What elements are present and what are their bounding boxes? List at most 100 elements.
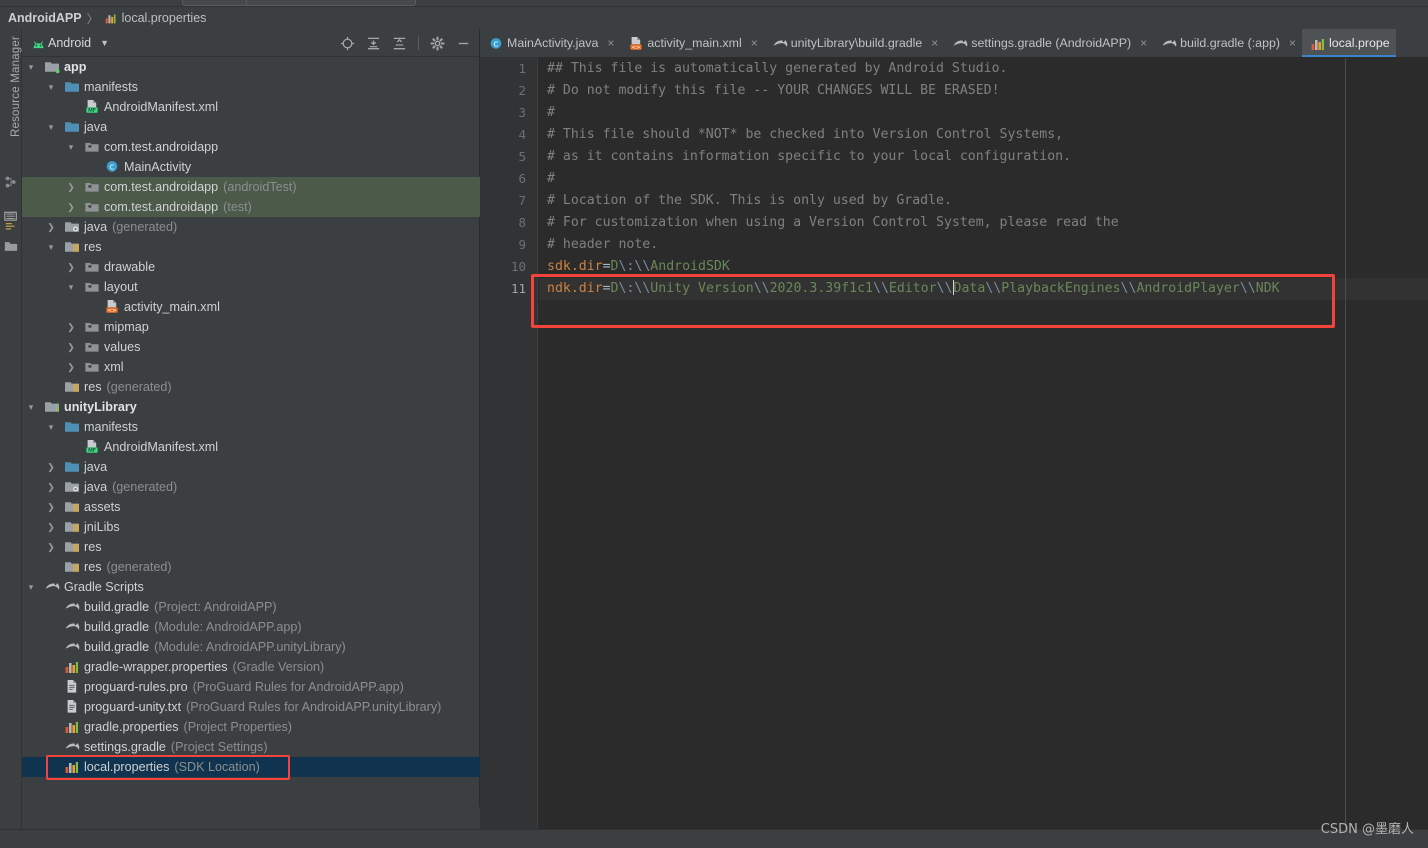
chevron-down-icon[interactable]: ▾ — [26, 402, 36, 412]
collapse-all-icon[interactable] — [392, 36, 407, 51]
code-line[interactable]: # Location of the SDK. This is only used… — [547, 190, 952, 212]
resource-manager-tab[interactable]: Resource Manager — [10, 36, 22, 137]
code-line[interactable]: ndk.dir=D\:\\Unity Version\\2020.3.39f1c… — [547, 278, 1280, 300]
close-icon[interactable]: × — [607, 36, 614, 50]
folder-icon — [64, 419, 80, 434]
code-line[interactable]: # For customization when using a Version… — [547, 212, 1119, 234]
chevron-right-icon[interactable]: ❯ — [46, 482, 56, 492]
code-line[interactable]: sdk.dir=D\:\\AndroidSDK — [547, 256, 730, 278]
tree-row[interactable]: build.gradle (Module: AndroidAPP.app) — [22, 617, 480, 637]
chevron-right-icon[interactable]: ❯ — [66, 182, 76, 192]
editor-tab[interactable]: <> activity_main.xml × — [620, 29, 763, 57]
chevron-right-icon[interactable]: ❯ — [66, 362, 76, 372]
code-line[interactable]: # header note. — [547, 234, 658, 256]
editor-tabbar[interactable]: C MainActivity.java × <> activity_main.xml × u… — [480, 29, 1428, 57]
chevron-right-icon[interactable]: ❯ — [46, 542, 56, 552]
chevron-right-icon[interactable]: ❯ — [46, 222, 56, 232]
tree-row[interactable]: ❯ assets — [22, 497, 480, 517]
minimize-icon[interactable] — [456, 36, 471, 51]
tree-row[interactable]: ❯ java (generated) — [22, 217, 480, 237]
tree-row[interactable]: res (generated) — [22, 377, 480, 397]
tree-row[interactable]: ❯ jniLibs — [22, 517, 480, 537]
editor-tab-active[interactable]: local.prope — [1302, 29, 1396, 57]
tree-row[interactable]: C MainActivity — [22, 157, 480, 177]
project-panel-title[interactable]: Android — [48, 36, 91, 50]
close-icon[interactable]: × — [1289, 36, 1296, 50]
close-icon[interactable]: × — [751, 36, 758, 50]
gradle-icon — [44, 579, 60, 594]
tree-row[interactable]: gradle-wrapper.properties (Gradle Version… — [22, 657, 480, 677]
tree-row[interactable]: MF AndroidManifest.xml — [22, 437, 480, 457]
close-icon[interactable]: × — [1140, 36, 1147, 50]
tree-row[interactable]: ▾ com.test.androidapp — [22, 137, 480, 157]
tree-row[interactable]: settings.gradle (Project Settings) — [22, 737, 480, 757]
chevron-right-icon[interactable]: ❯ — [66, 202, 76, 212]
tree-row[interactable]: ❯ mipmap — [22, 317, 480, 337]
chevron-right-icon[interactable]: ❯ — [66, 342, 76, 352]
tree-row[interactable]: ▾ manifests — [22, 417, 480, 437]
chevron-down-icon[interactable]: ▾ — [26, 582, 36, 592]
chevron-right-icon[interactable]: ❯ — [46, 502, 56, 512]
tree-row[interactable]: MF AndroidManifest.xml — [22, 97, 480, 117]
gear-icon[interactable] — [430, 35, 445, 51]
chevron-right-icon[interactable]: ❯ — [66, 322, 76, 332]
tree-row[interactable]: ❯ java (generated) — [22, 477, 480, 497]
tree-row[interactable]: gradle.properties (Project Properties) — [22, 717, 480, 737]
close-icon[interactable]: × — [931, 36, 938, 50]
project-tree[interactable]: ▾ app ▾ manifests MF AndroidManifest.xml ▾ java… — [22, 57, 480, 807]
breadcrumb-separator: 〉 — [86, 11, 99, 26]
tree-row[interactable]: ▾ layout — [22, 277, 480, 297]
locate-icon[interactable] — [340, 36, 355, 51]
tree-row[interactable]: ❯ res — [22, 537, 480, 557]
chevron-down-icon[interactable]: ▾ — [66, 282, 76, 292]
tree-row[interactable]: ▾ Gradle Scripts — [22, 577, 480, 597]
chevron-down-icon[interactable]: ▾ — [46, 122, 56, 132]
editor-tab[interactable]: settings.gradle (AndroidAPP) × — [944, 29, 1153, 57]
breadcrumb-file[interactable]: local.properties — [122, 11, 207, 25]
code-line[interactable]: # — [547, 102, 555, 124]
expand-all-icon[interactable] — [366, 36, 381, 51]
chevron-down-icon[interactable]: ▼ — [100, 38, 109, 48]
tree-row[interactable]: ❯ values — [22, 337, 480, 357]
chevron-right-icon[interactable]: ❯ — [46, 522, 56, 532]
tree-row[interactable]: ▾ unityLibrary — [22, 397, 480, 417]
tree-row[interactable]: ❯ xml — [22, 357, 480, 377]
tree-row[interactable]: ▾ manifests — [22, 77, 480, 97]
chevron-down-icon[interactable]: ▾ — [26, 62, 36, 72]
code-line[interactable]: # Do not modify this file -- YOUR CHANGE… — [547, 80, 1000, 102]
editor-tab[interactable]: C MainActivity.java × — [480, 29, 620, 57]
tree-row[interactable]: proguard-rules.pro (ProGuard Rules for An… — [22, 677, 480, 697]
structure-icon[interactable] — [4, 175, 18, 189]
tree-row[interactable]: ❯ com.test.androidapp (androidTest) — [22, 177, 480, 197]
code-line[interactable]: ## This file is automatically generated … — [547, 58, 1008, 80]
code-line[interactable]: # — [547, 168, 555, 190]
chevron-down-icon[interactable]: ▾ — [46, 82, 56, 92]
tree-row[interactable]: ▾ res — [22, 237, 480, 257]
chevron-down-icon[interactable]: ▾ — [46, 242, 56, 252]
editor-tab[interactable]: build.gradle (:app) × — [1153, 29, 1302, 57]
tree-row[interactable]: ❯ drawable — [22, 257, 480, 277]
tree-row[interactable]: <> activity_main.xml — [22, 297, 480, 317]
tree-row[interactable]: ❯ java — [22, 457, 480, 477]
res-folder-icon — [64, 519, 80, 534]
tree-row[interactable]: build.gradle (Module: AndroidAPP.unityLib… — [22, 637, 480, 657]
code-line[interactable]: # This file should *NOT* be checked into… — [547, 124, 1063, 146]
chevron-down-icon[interactable]: ▾ — [66, 142, 76, 152]
chevron-right-icon[interactable]: ❯ — [46, 462, 56, 472]
tree-row[interactable]: res (generated) — [22, 557, 480, 577]
tree-row[interactable]: build.gradle (Project: AndroidAPP) — [22, 597, 480, 617]
tree-row[interactable]: proguard-unity.txt (ProGuard Rules for An… — [22, 697, 480, 717]
tree-row[interactable]: ▾ java — [22, 117, 480, 137]
code-line[interactable]: # as it contains information specific to… — [547, 146, 1071, 168]
editor-tab[interactable]: unityLibrary\build.gradle × — [764, 29, 945, 57]
build-variants-icon[interactable] — [4, 211, 18, 233]
chevron-right-icon[interactable]: ❯ — [66, 262, 76, 272]
tree-row[interactable]: ▾ app — [22, 57, 480, 77]
tree-row[interactable]: ❯ com.test.androidapp (test) — [22, 197, 480, 217]
tree-row-selected[interactable]: local.properties (SDK Location) — [22, 757, 480, 777]
breadcrumb-project[interactable]: AndroidAPP — [8, 11, 82, 25]
editor-code[interactable]: ## This file is automatically generated … — [539, 57, 1428, 848]
editor-gutter[interactable]: 1 2 3 4 5 6 7 8 9 10 11 — [480, 57, 538, 848]
favorites-icon[interactable] — [4, 239, 18, 253]
chevron-down-icon[interactable]: ▾ — [46, 422, 56, 432]
